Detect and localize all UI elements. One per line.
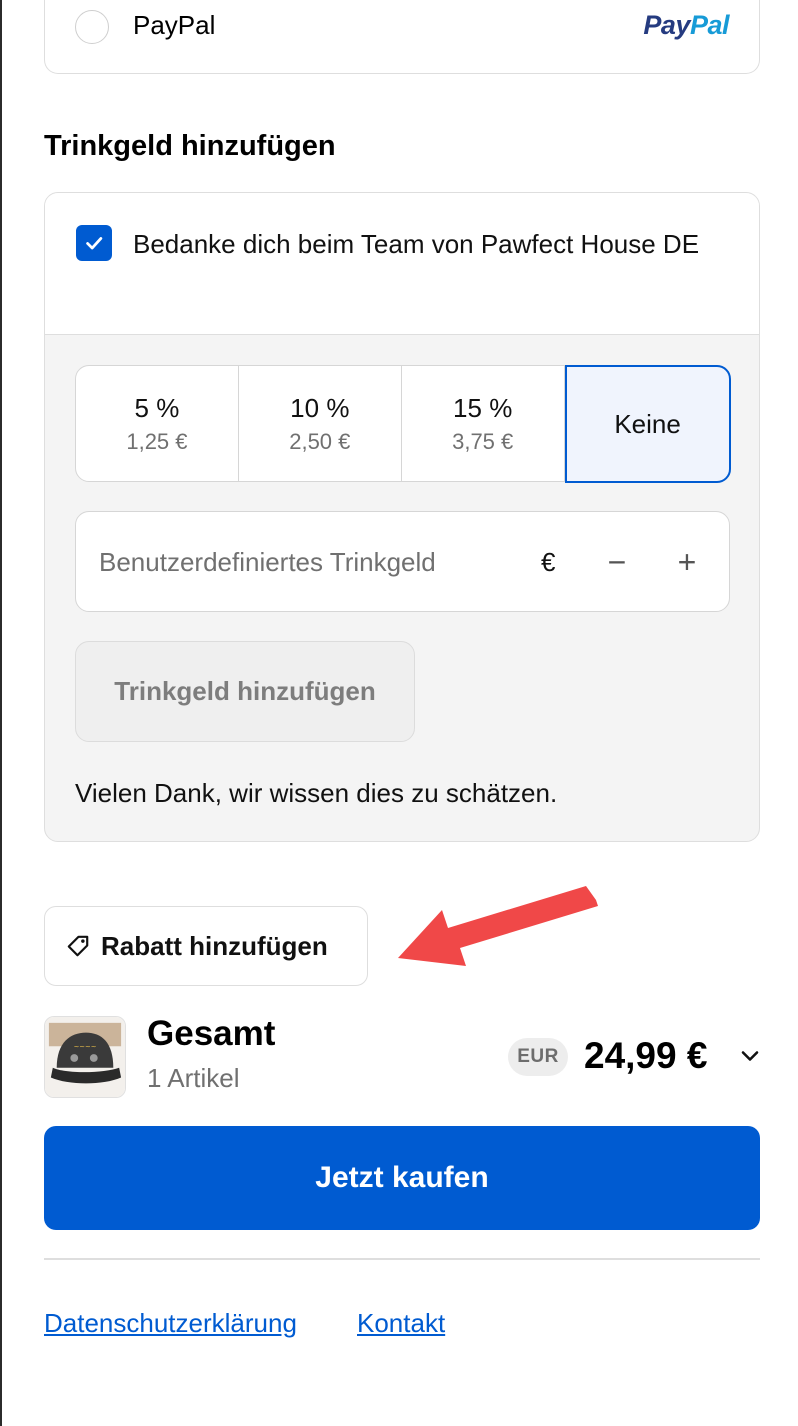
footer-divider: [44, 1258, 760, 1260]
add-discount-label: Rabatt hinzufügen: [101, 930, 328, 961]
total-price: 24,99 €: [584, 1035, 708, 1076]
tip-option-5[interactable]: 5 % 1,25 €: [76, 366, 239, 481]
checkmark-icon: [86, 237, 103, 250]
paypal-option-label: PayPal: [133, 10, 216, 40]
tip-option-amount: 3,75 €: [452, 428, 514, 454]
paypal-radio[interactable]: [75, 10, 109, 44]
add-discount-button[interactable]: Rabatt hinzufügen: [44, 906, 368, 986]
buy-now-button[interactable]: Jetzt kaufen: [44, 1126, 760, 1230]
custom-tip-input[interactable]: Benutzerdefiniertes Trinkgeld € − +: [75, 511, 730, 612]
tip-option-percent: 10 %: [290, 392, 350, 423]
euro-symbol: €: [541, 547, 556, 577]
contact-link[interactable]: Kontakt: [357, 1306, 445, 1340]
currency-badge: EUR: [508, 1038, 568, 1076]
tip-card: Bedanke dich beim Team von Pawfect House…: [44, 192, 760, 842]
svg-text:~~~~: ~~~~: [74, 1043, 97, 1051]
tip-checkbox[interactable]: [76, 225, 112, 261]
tip-option-label: Keine: [614, 408, 681, 439]
payment-option-paypal[interactable]: PayPal PayPal: [44, 0, 760, 74]
tip-option-none[interactable]: Keine: [564, 364, 731, 483]
tip-option-percent: 5 %: [134, 392, 180, 423]
paypal-logo-pay: Pay: [643, 10, 690, 40]
tip-checkbox-label[interactable]: Bedanke dich beim Team von Pawfect House…: [133, 223, 733, 265]
cap-product-image: ~~~~: [45, 1017, 125, 1097]
annotation-arrow-icon: [398, 886, 598, 966]
product-thumbnail: ~~~~: [44, 1016, 126, 1098]
tip-option-amount: 1,25 €: [126, 428, 188, 454]
add-tip-button[interactable]: Trinkgeld hinzufügen: [75, 641, 415, 742]
decrement-button[interactable]: −: [602, 544, 632, 580]
paypal-logo-pal: Pal: [689, 10, 730, 40]
tip-options-group: 5 % 1,25 € 10 % 2,50 € 15 % 3,75 € Keine: [75, 364, 731, 483]
tip-opt-in-row: Bedanke dich beim Team von Pawfect House…: [45, 193, 759, 335]
increment-button[interactable]: +: [672, 544, 702, 580]
tip-section-title: Trinkgeld hinzufügen: [44, 130, 336, 162]
total-title: Gesamt: [147, 1014, 276, 1053]
privacy-policy-link[interactable]: Datenschutzerklärung: [44, 1306, 297, 1340]
tip-option-10[interactable]: 10 % 2,50 €: [239, 366, 402, 481]
tip-option-amount: 2,50 €: [289, 428, 351, 454]
tip-thanks-text: Vielen Dank, wir wissen dies zu schätzen…: [75, 778, 558, 808]
tag-icon: [67, 935, 89, 957]
tip-option-percent: 15 %: [453, 392, 513, 423]
tip-option-15[interactable]: 15 % 3,75 €: [402, 366, 565, 481]
custom-tip-placeholder: Benutzerdefiniertes Trinkgeld: [99, 547, 436, 577]
window-edge: [0, 0, 2, 1426]
paypal-logo: PayPal: [643, 8, 729, 42]
chevron-down-icon[interactable]: [738, 1044, 762, 1068]
item-count: 1 Artikel: [147, 1063, 240, 1093]
